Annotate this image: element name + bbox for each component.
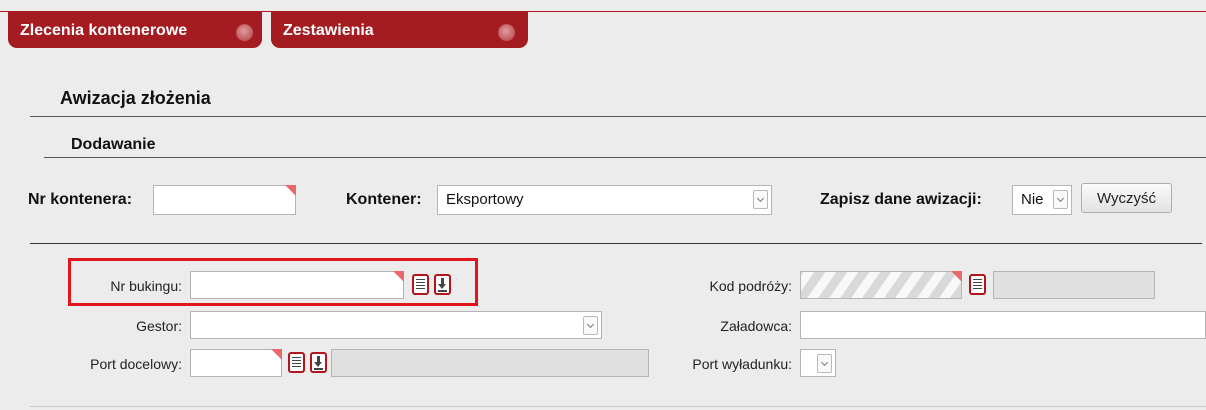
container-number-label: Nr kontenera: <box>28 191 133 208</box>
page-title: Awizacja złożenia <box>60 88 211 108</box>
save-data-label: Zapisz dane awizacji: <box>820 191 982 208</box>
trip-code-field <box>800 271 962 299</box>
container-type-label: Kontener: <box>346 191 422 208</box>
chevron-down-icon[interactable] <box>817 354 832 373</box>
container-type-value: Eksportowy <box>446 191 524 208</box>
tab-label: Zlecenia kontenerowe <box>20 22 188 39</box>
chevron-down-icon[interactable] <box>753 190 768 209</box>
destination-port-label: Port docelowy: <box>90 356 182 372</box>
save-data-select[interactable]: Nie <box>1012 185 1072 215</box>
destination-port-name-field <box>331 349 649 377</box>
chevron-down-icon[interactable] <box>1053 190 1068 209</box>
title-divider <box>30 116 1206 117</box>
tab-bar: Zlecenia kontenerowe Zestawienia <box>0 0 1206 48</box>
gestor-select[interactable] <box>190 311 602 339</box>
download-icon[interactable] <box>310 352 327 373</box>
close-circle-icon[interactable] <box>236 24 253 41</box>
loader-input[interactable] <box>800 311 1206 339</box>
tab-zestawienia[interactable]: Zestawienia <box>271 11 528 48</box>
bottom-divider <box>30 406 1206 407</box>
chevron-down-icon[interactable] <box>583 316 598 335</box>
trip-code-description-field <box>993 271 1155 299</box>
container-type-select[interactable]: Eksportowy <box>437 185 772 215</box>
form-divider <box>30 243 1202 244</box>
tab-zlecenia-kontenerowe[interactable]: Zlecenia kontenerowe <box>8 11 262 48</box>
trip-code-label: Kod podróży: <box>709 278 793 294</box>
destination-port-input[interactable] <box>190 349 282 377</box>
subsection-title: Dodawanie <box>71 136 156 153</box>
tab-label: Zestawienia <box>283 22 374 39</box>
unloading-port-select[interactable] <box>800 349 836 377</box>
unloading-port-label: Port wyładunku: <box>692 356 792 372</box>
close-circle-icon[interactable] <box>498 24 515 41</box>
loader-label: Załadowca: <box>720 318 792 334</box>
gestor-label: Gestor: <box>136 318 182 334</box>
clear-button[interactable]: Wyczyść <box>1081 183 1172 213</box>
list-icon[interactable] <box>288 352 305 373</box>
highlight-box <box>68 258 478 306</box>
save-data-value: Nie <box>1021 191 1044 208</box>
subsection-divider <box>44 157 1206 158</box>
container-number-input[interactable] <box>153 185 296 215</box>
list-icon[interactable] <box>969 274 986 295</box>
